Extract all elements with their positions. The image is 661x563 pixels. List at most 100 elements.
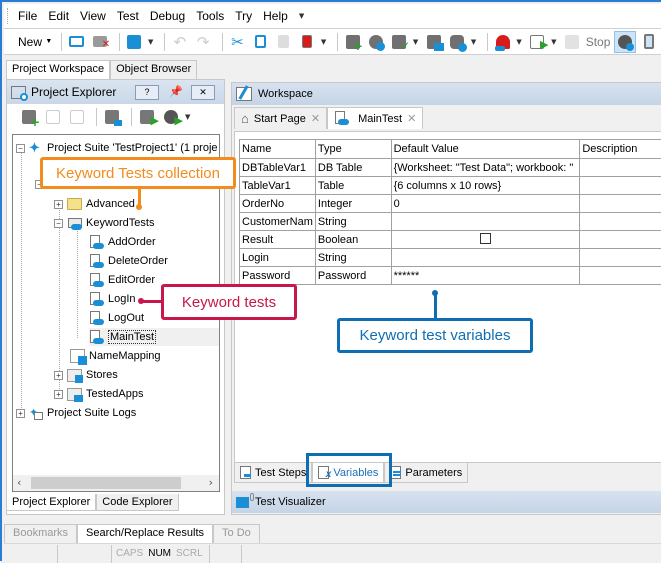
cell-type[interactable]: String: [315, 249, 391, 267]
tree-node-login[interactable]: LogIn: [89, 290, 136, 308]
cell-default-value[interactable]: [391, 231, 580, 249]
close-tab-icon[interactable]: ✕: [407, 112, 416, 125]
delete-icon[interactable]: [298, 32, 317, 52]
table-row[interactable]: TableVar1 Table {6 columns x 10 rows}: [240, 177, 661, 195]
menu-tools[interactable]: Tools: [196, 9, 224, 23]
properties-icon[interactable]: [67, 107, 87, 127]
cell-name[interactable]: OrderNo: [240, 195, 316, 213]
tree-node-editorder[interactable]: EditOrder: [89, 271, 155, 289]
close-tab-icon[interactable]: ✕: [311, 112, 320, 125]
column-header-default-value[interactable]: Default Value: [391, 140, 580, 159]
cell-description[interactable]: [580, 213, 661, 231]
menu-edit[interactable]: Edit: [48, 9, 69, 23]
pin-icon[interactable]: 📌: [169, 85, 183, 98]
cell-type[interactable]: Boolean: [315, 231, 391, 249]
database-settings-icon[interactable]: [448, 32, 467, 52]
tab-start-page[interactable]: ⌂ Start Page ✕: [234, 107, 327, 129]
cell-description[interactable]: [580, 267, 661, 285]
new-button[interactable]: New ▼: [18, 32, 52, 52]
cell-default-value[interactable]: {Worksheet: "Test Data"; workbook: ": [391, 159, 580, 177]
result-checkbox[interactable]: [480, 233, 491, 244]
redo-icon[interactable]: ↷: [194, 32, 213, 52]
expand-icon[interactable]: +: [54, 371, 63, 380]
tab-parameters[interactable]: Parameters: [384, 463, 468, 483]
add-item-icon[interactable]: +: [343, 32, 362, 52]
tree-node-deleteorder[interactable]: DeleteOrder: [89, 252, 168, 270]
tree-node-addorder[interactable]: AddOrder: [89, 233, 156, 251]
cell-default-value[interactable]: 0: [391, 195, 580, 213]
cell-default-value[interactable]: {6 columns x 10 rows}: [391, 177, 580, 195]
cell-name[interactable]: Login: [240, 249, 316, 267]
stop-icon[interactable]: [562, 32, 581, 52]
tab-project-workspace[interactable]: Project Workspace: [6, 60, 110, 79]
record-icon[interactable]: [493, 32, 512, 52]
column-header-name[interactable]: Name: [240, 140, 316, 159]
collapse-icon[interactable]: −: [16, 144, 25, 153]
tab-maintest[interactable]: MainTest ✕: [327, 107, 423, 129]
table-row[interactable]: CustomerNam String: [240, 213, 661, 231]
cell-type[interactable]: Integer: [315, 195, 391, 213]
tree-node-stores[interactable]: + Stores: [54, 366, 118, 384]
close-panel-button[interactable]: ✕: [191, 85, 215, 100]
cell-default-value[interactable]: [391, 249, 580, 267]
tab-object-browser[interactable]: Object Browser: [110, 60, 197, 79]
tab-code-explorer[interactable]: Code Explorer: [96, 494, 178, 511]
menu-view[interactable]: View: [80, 9, 106, 23]
help-button[interactable]: ?: [135, 85, 159, 100]
tree-node-namemapping[interactable]: NameMapping: [70, 347, 161, 365]
cell-description[interactable]: [580, 249, 661, 267]
checkpoint-icon[interactable]: ✓: [390, 32, 409, 52]
tree-node-keywordtests[interactable]: − KeywordTests: [54, 214, 154, 232]
tree-node-maintest[interactable]: MainTest: [89, 328, 220, 346]
tree-node-logout[interactable]: LogOut: [89, 309, 144, 327]
add-new-item-icon[interactable]: +: [19, 107, 39, 127]
stop-button[interactable]: Stop: [586, 32, 611, 52]
column-header-type[interactable]: Type: [315, 140, 391, 159]
tab-to-do[interactable]: To Do: [213, 524, 260, 543]
expand-icon[interactable]: +: [54, 390, 63, 399]
cell-name[interactable]: Result: [240, 231, 316, 249]
tab-project-explorer[interactable]: Project Explorer: [6, 494, 96, 511]
chevron-down-icon[interactable]: ▼: [321, 38, 326, 46]
scrollbar-thumb[interactable]: [31, 477, 181, 489]
add-existing-item-icon[interactable]: [43, 107, 63, 127]
cell-name[interactable]: CustomerNam: [240, 213, 316, 231]
collapse-icon[interactable]: −: [54, 219, 63, 228]
cell-description[interactable]: [580, 195, 661, 213]
menu-try[interactable]: Try: [235, 9, 252, 23]
run-item-icon[interactable]: ▶: [137, 107, 157, 127]
run-icon[interactable]: ▶: [528, 32, 547, 52]
menu-overflow-icon[interactable]: ▼: [299, 12, 304, 20]
close-project-icon[interactable]: ✕: [91, 32, 110, 52]
column-header-description[interactable]: Description: [580, 140, 661, 159]
test-visualizer-header[interactable]: Test Visualizer: [232, 491, 661, 513]
cut-icon[interactable]: ✂: [228, 32, 247, 52]
chevron-down-icon[interactable]: ▼: [185, 113, 190, 121]
tab-search-replace-results[interactable]: Search/Replace Results: [77, 524, 213, 543]
chevron-down-icon[interactable]: ▼: [516, 38, 521, 46]
cell-description[interactable]: [580, 159, 661, 177]
cell-type[interactable]: DB Table: [315, 159, 391, 177]
test-items-icon[interactable]: [102, 107, 122, 127]
cell-default-value[interactable]: [391, 213, 580, 231]
tree-node-advanced[interactable]: + Advanced: [54, 195, 135, 213]
table-row[interactable]: Password Password ******: [240, 267, 661, 285]
cell-name[interactable]: Password: [240, 267, 316, 285]
cell-name[interactable]: TableVar1: [240, 177, 316, 195]
table-row[interactable]: Result Boolean: [240, 231, 661, 249]
menu-file[interactable]: File: [18, 9, 37, 23]
paste-icon[interactable]: [274, 32, 293, 52]
chevron-down-icon[interactable]: ▼: [148, 38, 153, 46]
tree-node-testedapps[interactable]: + TestedApps: [54, 385, 143, 403]
object-spy-icon[interactable]: [366, 32, 385, 52]
debug-icon[interactable]: [614, 31, 635, 53]
menu-debug[interactable]: Debug: [150, 9, 185, 23]
chevron-down-icon[interactable]: ▼: [471, 38, 476, 46]
virtual-desktop-icon[interactable]: [424, 32, 443, 52]
table-row[interactable]: DBTableVar1 DB Table {Worksheet: "Test D…: [240, 159, 661, 177]
cell-type[interactable]: Password: [315, 267, 391, 285]
cell-default-value[interactable]: ******: [391, 267, 580, 285]
horizontal-scrollbar[interactable]: ‹ ›: [13, 475, 219, 491]
expand-icon[interactable]: +: [54, 200, 63, 209]
cell-type[interactable]: String: [315, 213, 391, 231]
